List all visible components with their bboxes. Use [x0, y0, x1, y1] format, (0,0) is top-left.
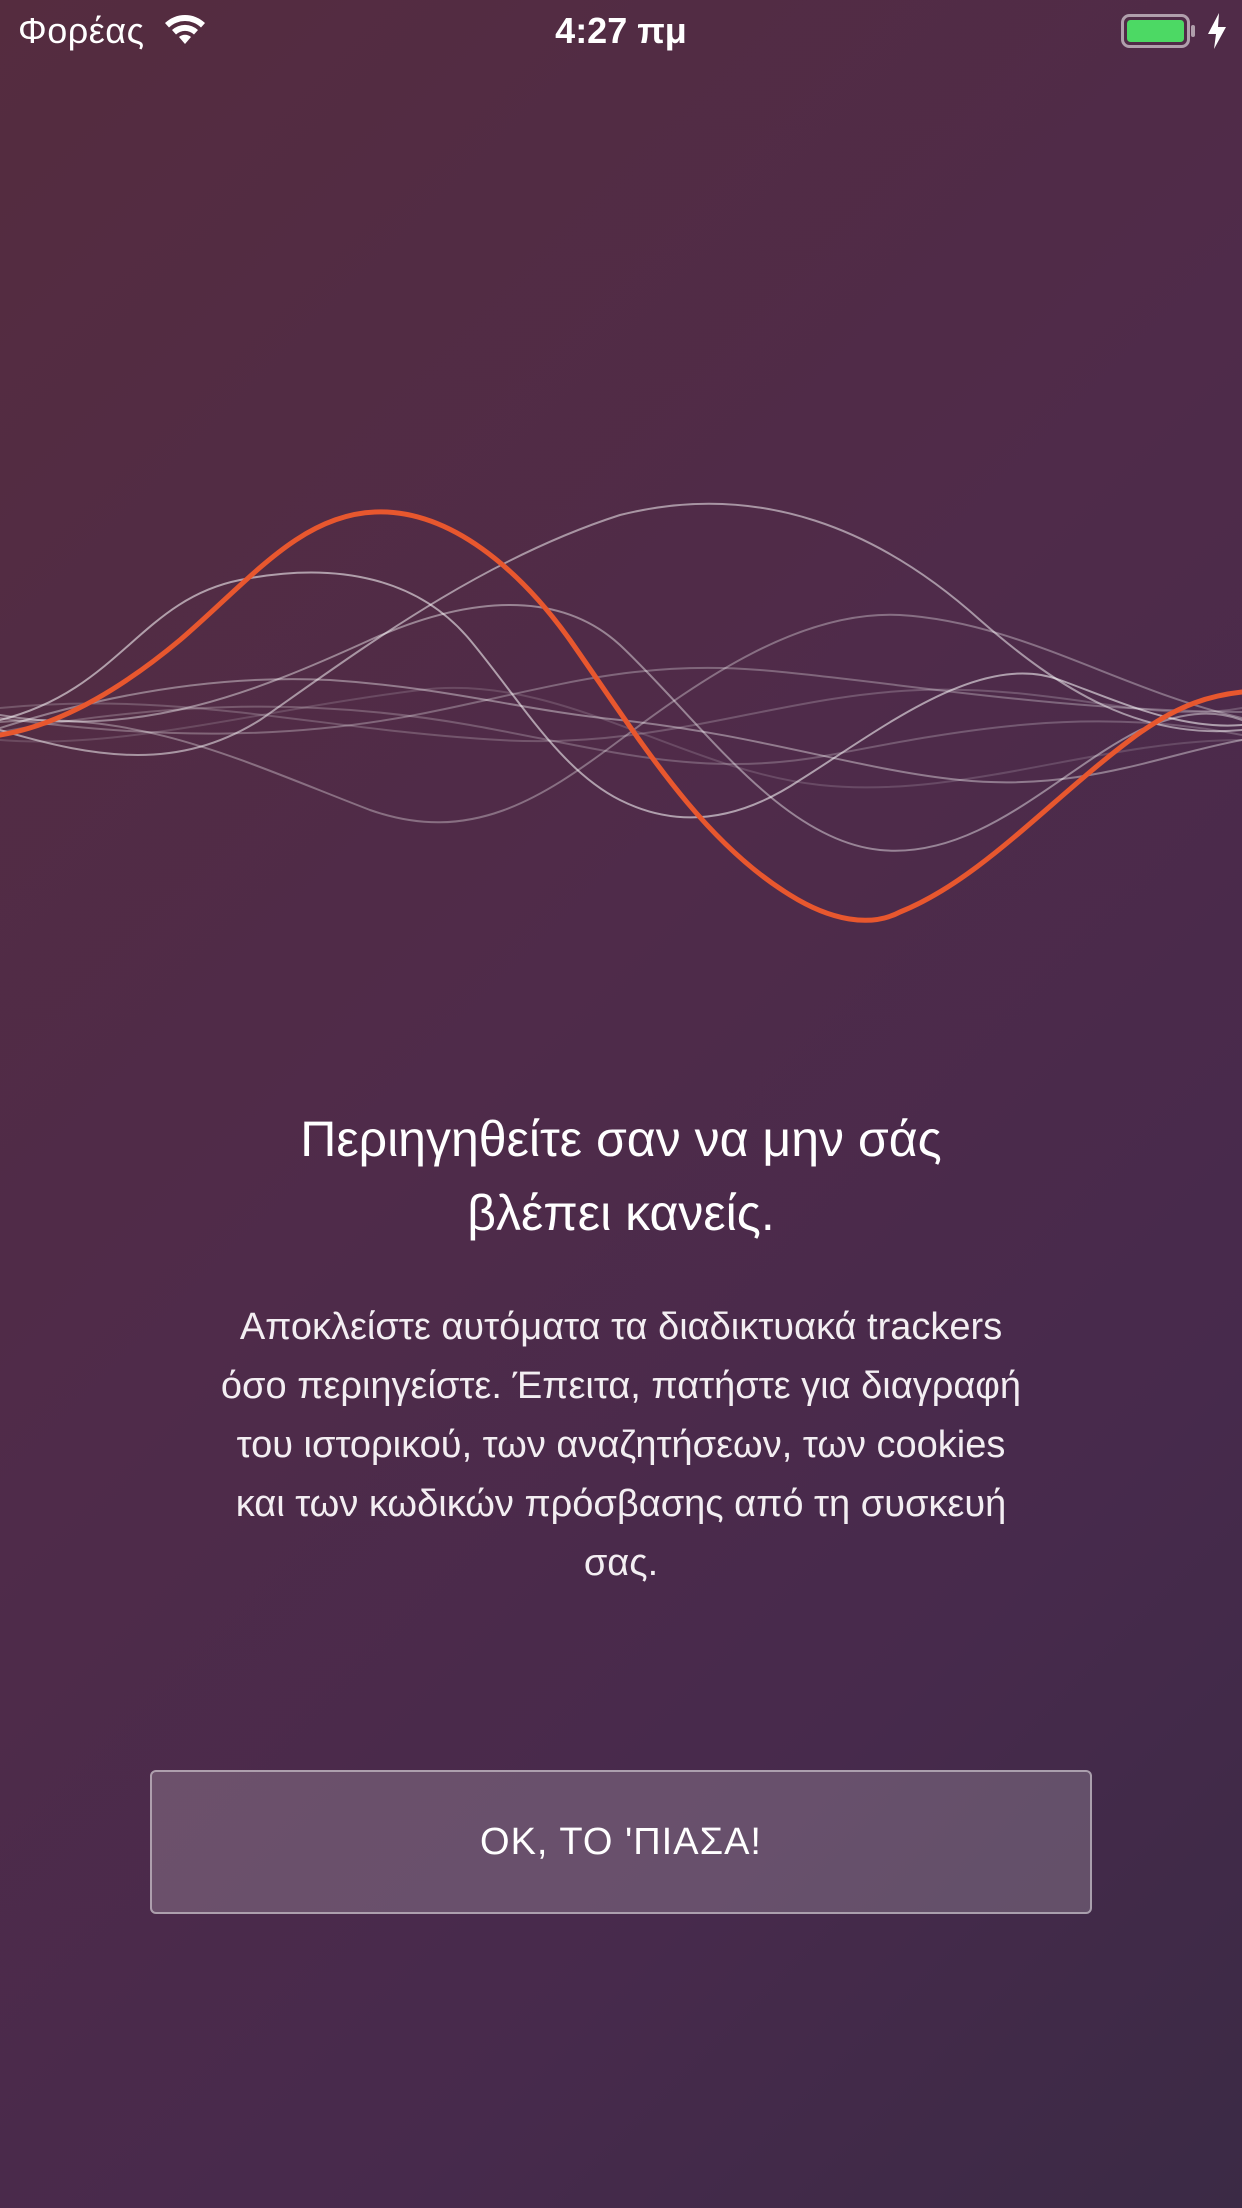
description-line: του ιστορικού, των αναζητήσεων, των cook… [236, 1424, 1006, 1466]
battery-level-fill [1127, 20, 1184, 42]
ok-got-it-button[interactable]: ΟΚ, ΤΟ 'ΠΙΑΣΑ! [150, 1770, 1092, 1914]
description-line: και των κωδικών πρόσβασης από τη συσκευή [235, 1483, 1007, 1525]
description-line: όσο περιηγείστε. Έπειτα, πατήστε για δια… [220, 1365, 1022, 1407]
charging-bolt-icon [1208, 13, 1226, 49]
onboarding-description: Αποκλείστε αυτόματα τα διαδικτυακά track… [131, 1298, 1111, 1593]
description-line: Αποκλείστε αυτόματα τα διαδικτυακά track… [239, 1306, 1003, 1348]
battery-icon [1121, 14, 1195, 48]
wave-line-accent [0, 509, 1242, 923]
onboarding-title: Περιηγηθείτε σαν να μην σάς βλέπει κανεί… [0, 1102, 1242, 1250]
onboarding-title-line2: βλέπει κανείς. [467, 1185, 775, 1241]
status-bar: Φορέας 4:27 πμ [0, 0, 1242, 62]
description-line: σας. [583, 1542, 659, 1584]
clock: 4:27 πμ [555, 10, 687, 51]
sound-wave-illustration [0, 502, 1242, 923]
wave-line [0, 678, 1242, 784]
onboarding-title-line1: Περιηγηθείτε σαν να μην σάς [300, 1111, 942, 1167]
